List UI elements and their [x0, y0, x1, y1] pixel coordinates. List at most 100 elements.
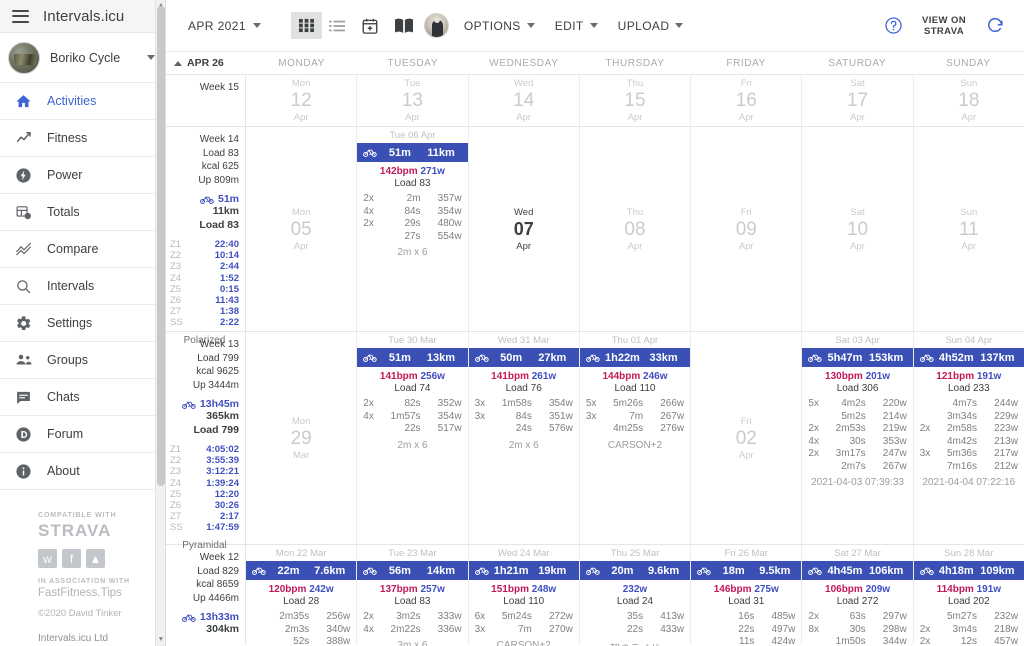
activity-card[interactable]: 1h22m 33km 144bpm 246w Load 110 5x 5m26s 266w 3… — [579, 348, 691, 453]
calendar-add-icon[interactable] — [353, 11, 387, 41]
chevron-down-icon[interactable] — [147, 55, 155, 60]
activity-header[interactable]: 56m 14km — [357, 561, 468, 580]
day-cell[interactable]: Sat 27 Mar 4h45m 106km 106bpm 209w Load 272 2… — [802, 545, 914, 646]
day-cell[interactable]: Fri 09 Apr — [691, 127, 803, 331]
day-cell[interactable]: Wed 31 Mar 50m 27km 141bpm 261w Load 76 3x 1m5… — [468, 332, 580, 544]
week-summary[interactable]: Week 12 Load 829 kcal 8659 Up 4466m 13h33m 30… — [166, 545, 246, 645]
activity-header[interactable]: 18m 9.5km — [691, 561, 802, 580]
day-cell[interactable]: Wed 24 Mar 1h21m 19km 151bpm 248w Load 110 6x… — [468, 545, 580, 646]
day-cell[interactable]: Thu 08 Apr — [580, 127, 692, 331]
activity-header[interactable]: 4h18m 109km — [913, 561, 1024, 580]
calendar-corner[interactable]: APR 26 — [166, 57, 246, 69]
activity-header[interactable]: 5h47m 153km — [802, 348, 913, 367]
activity-card[interactable]: 22m 7.6km 120bpm 242w Load 28 2m35s 256w 2m3s 3… — [246, 561, 357, 646]
sidebar-item-compare[interactable]: Compare — [0, 231, 165, 268]
activity-card[interactable]: 4h45m 106km 106bpm 209w Load 272 2x 63s 297w 8x… — [802, 561, 913, 646]
activity-card[interactable]: 18m 9.5km 146bpm 275w Load 31 16s 485w 22s 497w… — [691, 561, 802, 646]
sidebar-item-forum[interactable]: Forum — [0, 416, 165, 453]
activity-header[interactable]: 1h22m 33km — [579, 348, 691, 367]
twitter-icon[interactable]: w — [38, 549, 57, 568]
activity-header[interactable]: 4h52m 137km — [913, 348, 1024, 367]
grid-view-icon[interactable] — [290, 12, 322, 39]
sidebar-item-power[interactable]: Power — [0, 157, 165, 194]
sidebar-item-totals[interactable]: Totals — [0, 194, 165, 231]
sidebar-item-fitness[interactable]: Fitness — [0, 120, 165, 157]
day-cell[interactable]: Wed 14 Apr — [469, 75, 580, 126]
sidebar-item-settings[interactable]: Settings — [0, 305, 165, 342]
strava-icon[interactable]: ▲ — [86, 549, 105, 568]
activity-card[interactable]: 1h21m 19km 151bpm 248w Load 110 6x 5m24s 272w 3… — [468, 561, 579, 646]
edit-menu[interactable]: EDIT — [545, 13, 608, 39]
day-cell[interactable]: Mon 05 Apr — [246, 127, 358, 331]
day-cell[interactable]: Sun 28 Mar 4h18m 109km 114bpm 191w Load 202 5… — [913, 545, 1024, 646]
sidebar-item-groups[interactable]: Groups — [0, 342, 165, 379]
activity-header[interactable]: 51m 13km — [357, 348, 468, 367]
day-month: Apr — [293, 112, 309, 123]
day-cell[interactable]: Fri 26 Mar 18m 9.5km 146bpm 275w Load 31 16s 4… — [691, 545, 803, 646]
sidebar-item-about[interactable]: About — [0, 453, 165, 490]
activity-details: 141bpm 256w Load 74 2x 82s 352w 4x 1m57s 354w 22… — [357, 367, 467, 453]
scrollbar-thumb[interactable] — [157, 6, 165, 486]
sidebar-item-label: Chats — [47, 390, 80, 404]
activity-header[interactable]: 51m 11km — [357, 143, 468, 162]
day-cell[interactable]: Thu 01 Apr 1h22m 33km 144bpm 246w Load 110 5x… — [579, 332, 692, 544]
activity-card[interactable]: 56m 14km 137bpm 257w Load 83 2x 3m2s 333w 4x 2m2… — [357, 561, 468, 646]
activity-card[interactable]: 4h18m 109km 114bpm 191w Load 202 5m27s 232w 2x… — [913, 561, 1024, 646]
week-summary[interactable]: Week 15 — [166, 75, 246, 126]
week-total-time: 13h33m — [170, 611, 239, 623]
user-switcher[interactable]: Boriko Cycle — [0, 33, 165, 83]
day-cell[interactable]: Mon 12 Apr — [246, 75, 358, 126]
day-cell[interactable]: Tue 23 Mar 56m 14km 137bpm 257w Load 83 2x 3m2… — [357, 545, 469, 646]
day-cell[interactable]: Tue 30 Mar 51m 13km 141bpm 256w Load 74 2x 82s… — [357, 332, 469, 544]
activity-note: 2m x 6 — [397, 247, 428, 258]
activity-card[interactable]: 51m 13km 141bpm 256w Load 74 2x 82s 352w 4x 1m57… — [357, 348, 468, 453]
day-cell[interactable]: Thu 25 Mar 20m 9.6km 232w Load 24 35s 413w 22s 4… — [579, 545, 692, 646]
list-view-icon[interactable] — [322, 12, 353, 39]
day-cell[interactable]: Sat 10 Apr — [802, 127, 914, 331]
hamburger-menu-icon[interactable] — [12, 9, 29, 23]
activity-power: 191w — [976, 371, 1002, 382]
day-cell[interactable]: Mon 22 Mar 22m 7.6km 120bpm 242w Load 28 2m35… — [246, 545, 358, 646]
activity-header[interactable]: 4h45m 106km — [802, 561, 913, 580]
activity-header[interactable]: 22m 7.6km — [246, 561, 357, 580]
day-cell[interactable]: Sun 18 Apr — [914, 75, 1024, 126]
view-on-strava-button[interactable]: VIEW ON STRAVA — [908, 15, 980, 37]
facebook-icon[interactable]: f — [62, 549, 81, 568]
month-selector[interactable]: APR 2021 — [180, 13, 269, 39]
upload-menu[interactable]: UPLOAD — [608, 13, 694, 39]
activity-card[interactable]: 20m 9.6km 232wLoad 24 35s 413w 22s 433w 朝のライド — [579, 561, 691, 646]
activity-header[interactable]: 20m 9.6km — [579, 561, 691, 580]
day-cell[interactable]: Thu 15 Apr — [580, 75, 692, 126]
options-menu[interactable]: OPTIONS — [454, 13, 545, 39]
activity-card[interactable]: 5h47m 153km 130bpm 201w Load 306 5x 4m2s 220w 5… — [802, 348, 913, 490]
scroll-down-icon[interactable]: ▼ — [157, 636, 165, 644]
activity-header[interactable]: 1h21m 19km — [468, 561, 579, 580]
sidebar-item-activities[interactable]: Activities — [0, 83, 165, 120]
athlete-avatar[interactable] — [423, 13, 449, 38]
interval-power: 219w — [882, 423, 907, 434]
day-cell[interactable]: Tue 13 Apr — [357, 75, 469, 126]
book-icon[interactable] — [387, 11, 421, 41]
partner-link[interactable]: FastFitness.Tips — [38, 587, 165, 599]
day-cell[interactable]: Fri 16 Apr — [691, 75, 803, 126]
sidebar-item-chats[interactable]: Chats — [0, 379, 165, 416]
day-cell[interactable]: Sat 03 Apr 5h47m 153km 130bpm 201w Load 306 5… — [802, 332, 914, 544]
activity-power: 257w — [420, 584, 445, 595]
day-cell[interactable]: Mon 29 Mar — [246, 332, 358, 544]
sidebar-item-intervals[interactable]: Intervals — [0, 268, 165, 305]
day-cell[interactable]: Fri 02 Apr — [691, 332, 803, 544]
activity-card[interactable]: 4h52m 137km 121bpm 191w Load 233 4m7s 244w 3m3… — [913, 348, 1024, 490]
day-cell[interactable]: Tue 06 Apr 51m 11km 142bpm 271w Load 83 2x 2m 3… — [357, 127, 469, 331]
help-icon[interactable] — [878, 11, 908, 41]
activity-header[interactable]: 50m 27km — [468, 348, 579, 367]
day-cell[interactable]: Sat 17 Apr — [802, 75, 914, 126]
activity-card[interactable]: 51m 11km 142bpm 271w Load 83 2x 2m 357w 4x 84s 35… — [357, 143, 468, 260]
week-summary[interactable]: Week 13 Load 799 kcal 9625 Up 3444m 13h45m 36… — [166, 332, 246, 551]
activity-card[interactable]: 50m 27km 141bpm 261w Load 76 3x 1m58s 354w 3x 84… — [468, 348, 579, 453]
day-cell[interactable]: Sun 11 Apr — [914, 127, 1024, 331]
day-cell[interactable]: Wed 07 Apr — [469, 127, 580, 331]
week-summary[interactable]: Week 14 Load 83 kcal 625 Up 809m 51m 11km Load… — [166, 127, 246, 346]
sidebar-scrollbar[interactable]: ▲ ▼ — [155, 0, 165, 646]
refresh-icon[interactable] — [980, 11, 1010, 41]
day-cell[interactable]: Sun 04 Apr 4h52m 137km 121bpm 191w Load 233 4… — [913, 332, 1024, 544]
